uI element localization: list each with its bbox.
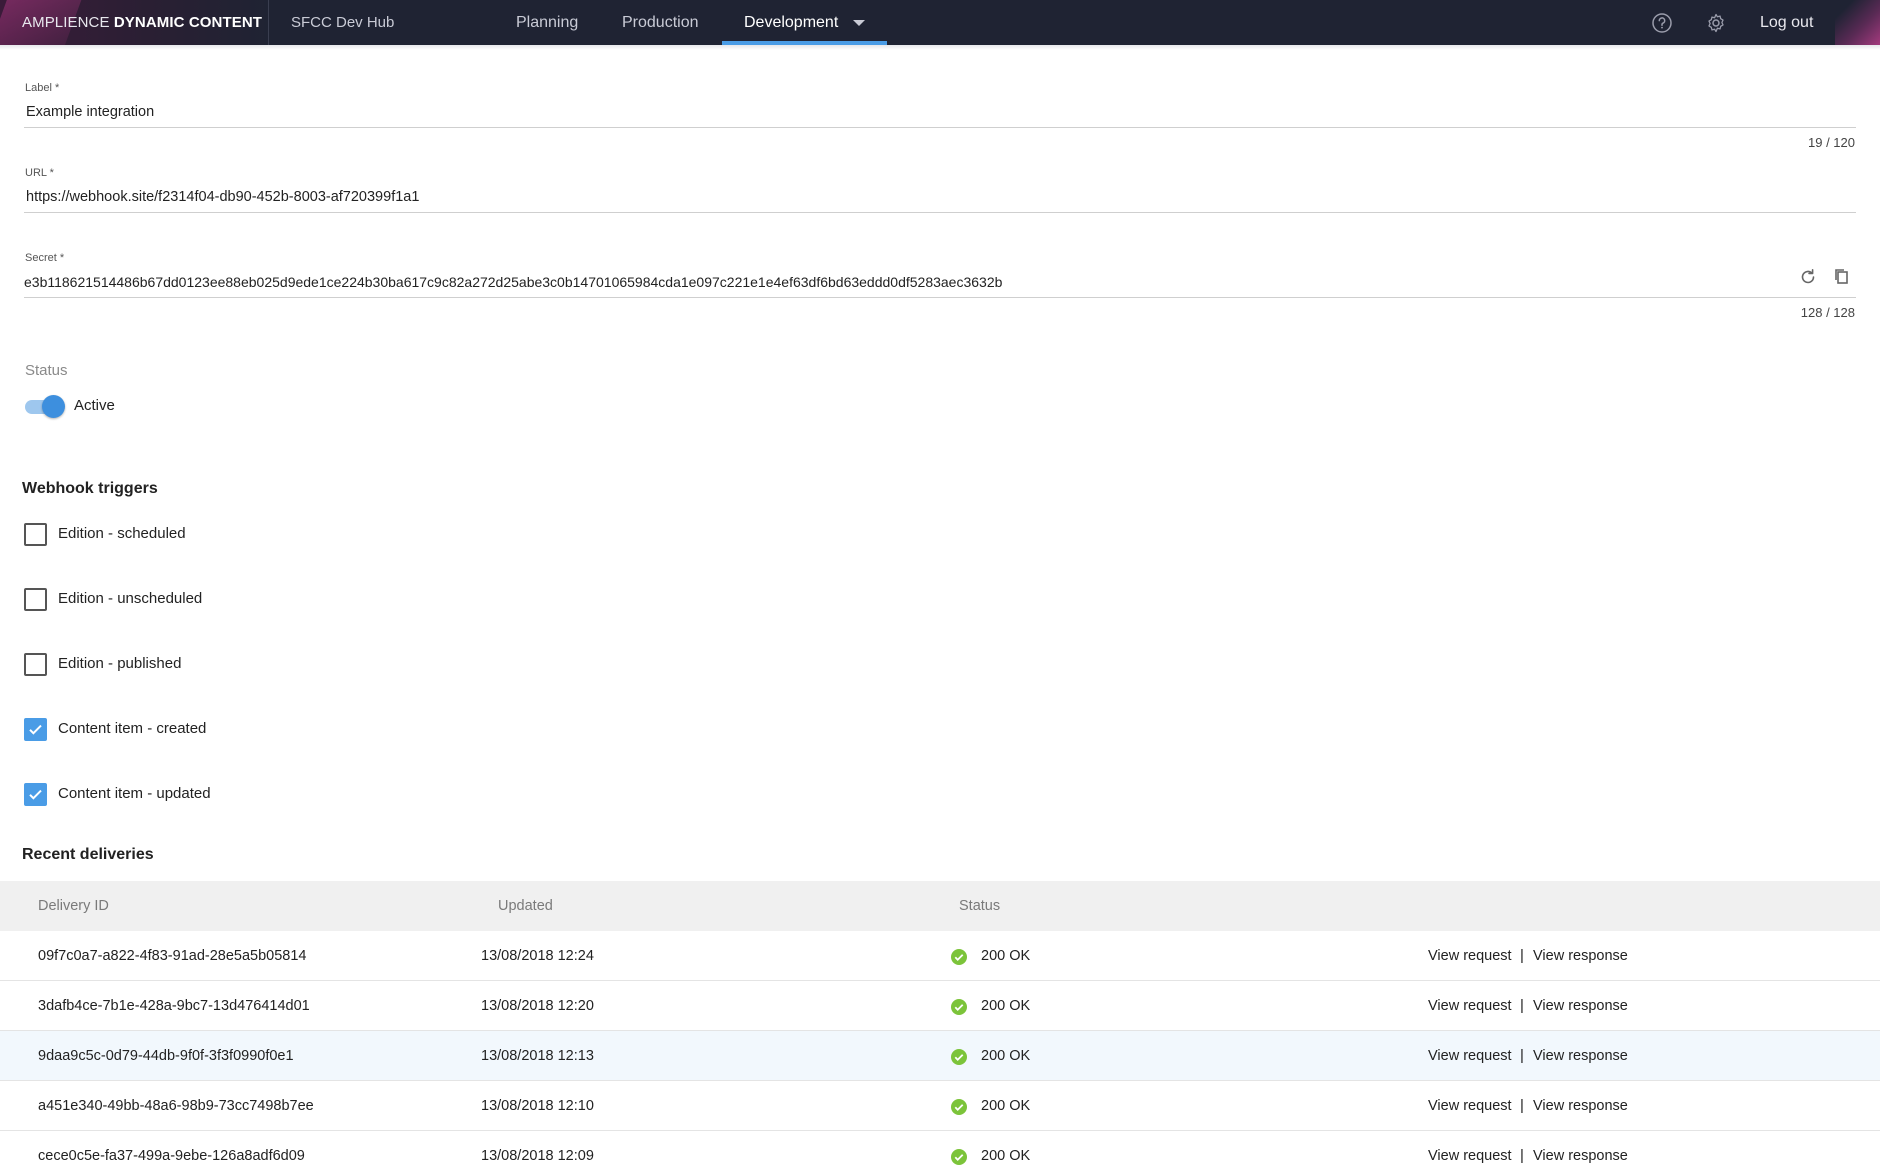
brand-area[interactable]: AMPLIENCE DYNAMIC CONTENT: [0, 0, 268, 45]
delivery-updated: 13/08/2018 12:09: [481, 1148, 594, 1164]
view-response-link[interactable]: View response: [1533, 1148, 1628, 1164]
check-circle-icon: [951, 999, 967, 1015]
trigger-label-edition-scheduled: Edition - scheduled: [58, 525, 186, 542]
delivery-status: 200 OK: [981, 998, 1031, 1014]
delivery-id: a451e340-49bb-48a6-98b9-73cc7498b7ee: [38, 1098, 314, 1114]
help-circle-icon[interactable]: [1651, 12, 1673, 34]
delivery-status: 200 OK: [981, 1148, 1031, 1164]
corner-decoration: [1835, 0, 1880, 45]
check-circle-icon: [951, 1099, 967, 1115]
toggle-knob[interactable]: [42, 395, 65, 418]
link-separator: |: [1520, 1047, 1524, 1064]
trigger-label-content-item-updated: Content item - updated: [58, 785, 211, 802]
delivery-id: 3dafb4ce-7b1e-428a-9bc7-13d476414d01: [38, 998, 310, 1014]
view-response-link[interactable]: View response: [1533, 948, 1628, 964]
delivery-id: 9daa9c5c-0d79-44db-9f0f-3f3f0990f0e1: [38, 1048, 294, 1064]
table-row[interactable]: a451e340-49bb-48a6-98b9-73cc7498b7ee 13/…: [0, 1081, 1880, 1131]
hub-selector[interactable]: SFCC Dev Hub: [291, 14, 394, 31]
brand-logo: AMPLIENCE DYNAMIC CONTENT: [22, 14, 262, 31]
checkmark-icon: [29, 789, 42, 800]
column-header-updated[interactable]: Updated: [498, 898, 553, 914]
delivery-updated: 13/08/2018 12:13: [481, 1048, 594, 1064]
gear-icon[interactable]: [1705, 12, 1727, 34]
view-request-link[interactable]: View request: [1428, 1148, 1512, 1164]
link-separator: |: [1520, 1147, 1524, 1164]
label-input-underline: [24, 127, 1856, 128]
delivery-status: 200 OK: [981, 1098, 1031, 1114]
recent-deliveries-title: Recent deliveries: [22, 846, 154, 863]
deliveries-table-header: Delivery ID Updated Status: [0, 881, 1880, 931]
trigger-checkbox-content-item-created[interactable]: [24, 718, 47, 741]
table-row[interactable]: 09f7c0a7-a822-4f83-91ad-28e5a5b05814 13/…: [0, 931, 1880, 981]
view-request-link[interactable]: View request: [1428, 948, 1512, 964]
tab-production[interactable]: Production: [622, 14, 699, 32]
column-header-delivery-id[interactable]: Delivery ID: [38, 898, 109, 914]
checkmark-icon: [29, 724, 42, 735]
url-input[interactable]: https://webhook.site/f2314f04-db90-452b-…: [26, 189, 419, 205]
delivery-id: 09f7c0a7-a822-4f83-91ad-28e5a5b05814: [38, 948, 307, 964]
delivery-updated: 13/08/2018 12:20: [481, 998, 594, 1014]
secret-field-caption: Secret *: [25, 252, 65, 264]
table-row[interactable]: 9daa9c5c-0d79-44db-9f0f-3f3f0990f0e1 13/…: [0, 1031, 1880, 1081]
view-response-link[interactable]: View response: [1533, 1098, 1628, 1114]
brand-divider: [268, 0, 269, 45]
check-circle-icon: [951, 1049, 967, 1065]
view-response-link[interactable]: View response: [1533, 998, 1628, 1014]
status-caption: Status: [25, 362, 68, 379]
webhook-triggers-title: Webhook triggers: [22, 480, 158, 497]
secret-input-underline: [24, 297, 1856, 298]
view-request-link[interactable]: View request: [1428, 1048, 1512, 1064]
trigger-label-edition-unscheduled: Edition - unscheduled: [58, 590, 203, 607]
logout-link[interactable]: Log out: [1760, 14, 1813, 32]
column-header-status[interactable]: Status: [959, 898, 1000, 914]
view-request-link[interactable]: View request: [1428, 1098, 1512, 1114]
label-input[interactable]: Example integration: [26, 104, 154, 120]
trigger-checkbox-edition-scheduled[interactable]: [24, 523, 47, 546]
label-field-caption: Label *: [25, 82, 60, 94]
tab-planning[interactable]: Planning: [516, 14, 578, 32]
check-circle-icon: [951, 949, 967, 965]
delivery-status: 200 OK: [981, 1048, 1031, 1064]
view-request-link[interactable]: View request: [1428, 998, 1512, 1014]
trigger-checkbox-edition-published[interactable]: [24, 653, 47, 676]
top-bar: AMPLIENCE DYNAMIC CONTENT SFCC Dev Hub P…: [0, 0, 1880, 45]
brand-logo-light: AMPLIENCE: [22, 14, 114, 31]
tab-development[interactable]: Development: [744, 14, 838, 32]
trigger-checkbox-edition-unscheduled[interactable]: [24, 588, 47, 611]
secret-char-counter: 128 / 128: [1800, 305, 1855, 320]
copy-icon[interactable]: [1831, 266, 1853, 288]
url-input-underline: [24, 212, 1856, 213]
delivery-updated: 13/08/2018 12:24: [481, 948, 594, 964]
table-row[interactable]: 3dafb4ce-7b1e-428a-9bc7-13d476414d01 13/…: [0, 981, 1880, 1031]
delivery-updated: 13/08/2018 12:10: [481, 1098, 594, 1114]
trigger-label-content-item-created: Content item - created: [58, 720, 207, 737]
trigger-checkbox-content-item-updated[interactable]: [24, 783, 47, 806]
label-char-counter: 19 / 120: [1808, 135, 1855, 150]
link-separator: |: [1520, 947, 1524, 964]
status-toggle[interactable]: [25, 395, 65, 418]
delivery-status: 200 OK: [981, 948, 1031, 964]
trigger-label-edition-published: Edition - published: [58, 655, 182, 672]
secret-input[interactable]: e3b118621514486b67dd0123ee88eb025d9ede1c…: [24, 274, 1002, 290]
top-bar-shadow: [0, 45, 1880, 50]
table-row[interactable]: cece0c5e-fa37-499a-9ebe-126a8adf6d09 13/…: [0, 1131, 1880, 1175]
delivery-id: cece0c5e-fa37-499a-9ebe-126a8adf6d09: [38, 1148, 305, 1164]
view-response-link[interactable]: View response: [1533, 1048, 1628, 1064]
chevron-down-icon[interactable]: [853, 20, 865, 26]
brand-logo-bold: DYNAMIC CONTENT: [113, 14, 263, 31]
link-separator: |: [1520, 1097, 1524, 1114]
refresh-icon[interactable]: [1797, 266, 1819, 288]
status-toggle-label: Active: [74, 397, 115, 414]
check-circle-icon: [951, 1149, 967, 1165]
url-field-caption: URL *: [25, 167, 54, 179]
link-separator: |: [1520, 997, 1524, 1014]
